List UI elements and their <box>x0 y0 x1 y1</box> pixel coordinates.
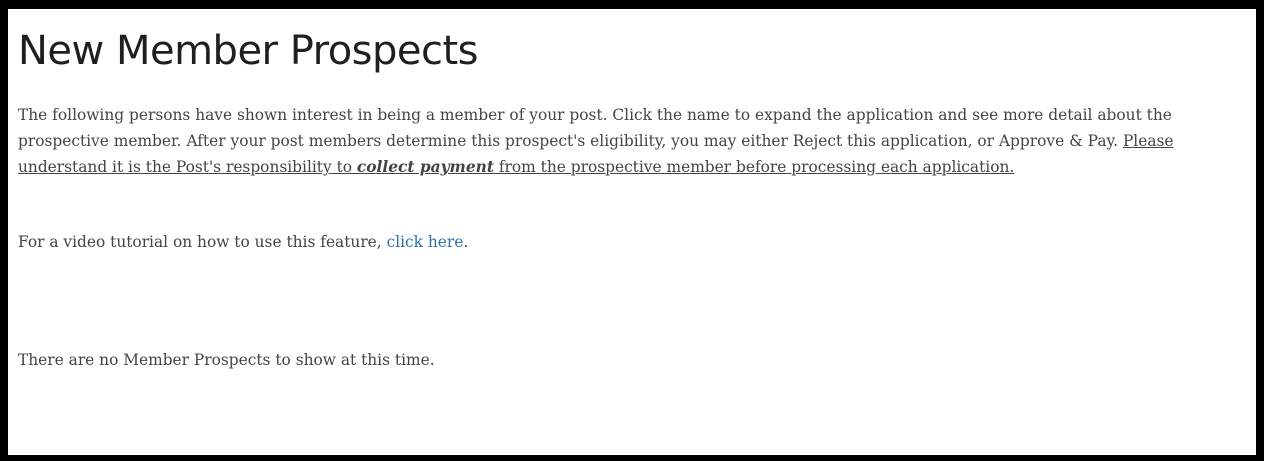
tutorial-prefix: For a video tutorial on how to use this … <box>18 233 387 251</box>
intro-text: The following persons have shown interes… <box>18 106 1172 150</box>
payment-notice-after: from the prospective member before proce… <box>493 158 1015 176</box>
tutorial-link[interactable]: click here <box>387 233 464 251</box>
empty-state-message: There are no Member Prospects to show at… <box>18 351 435 369</box>
content-frame: New Member Prospects The following perso… <box>8 9 1256 455</box>
tutorial-suffix: . <box>463 233 469 251</box>
tutorial-line: For a video tutorial on how to use this … <box>18 229 468 255</box>
collect-payment-emphasis: collect payment <box>356 158 494 176</box>
intro-paragraph: The following persons have shown interes… <box>18 102 1242 180</box>
page-title: New Member Prospects <box>18 28 479 74</box>
